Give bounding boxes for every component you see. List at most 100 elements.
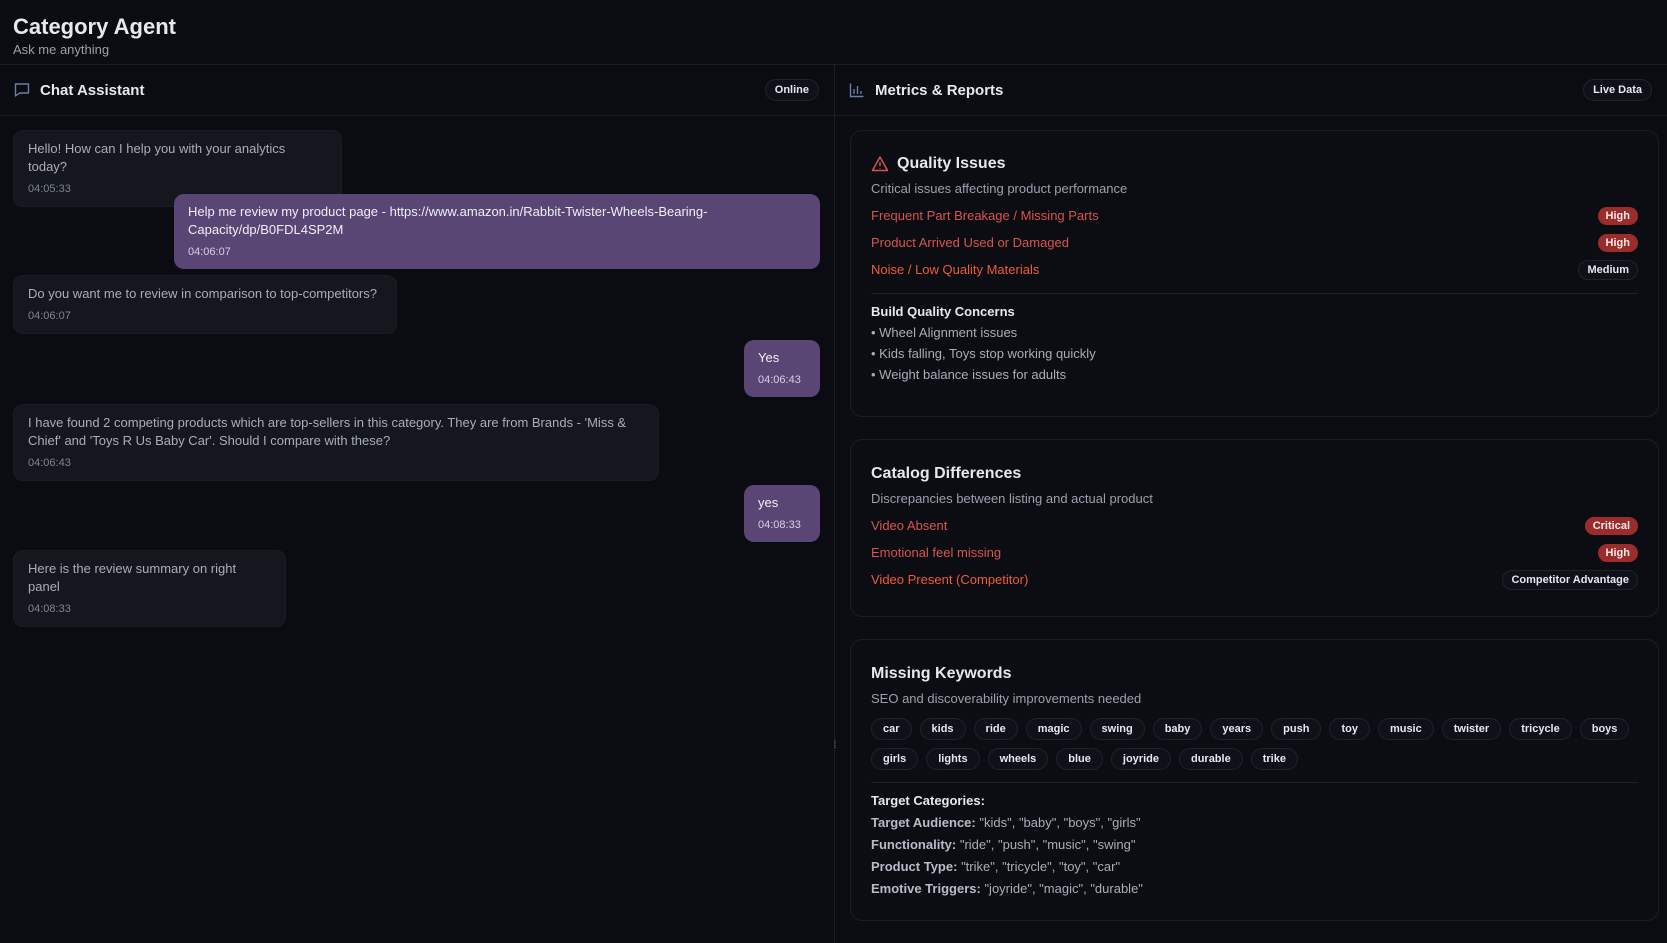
bullet-item: • Wheel Alignment issues: [871, 325, 1018, 340]
keyword-chip: toy: [1329, 718, 1370, 740]
target-value: "ride", "push", "music", "swing": [959, 837, 1136, 852]
difference-label: Video Absent: [871, 518, 948, 533]
keyword-chip: baby: [1152, 718, 1203, 740]
missing-keywords-card: Missing Keywords SEO and discoverability…: [850, 639, 1659, 921]
metrics-panel-header: Metrics & Reports Live Data: [835, 65, 1667, 116]
keyword-chips: car kids ride magic swing baby years push toy mus…: [871, 718, 1638, 770]
app: Category Agent Ask me anything Chat Assi…: [0, 0, 1667, 943]
message-text: Here is the review summary on right pane…: [28, 561, 237, 594]
issue-label: Product Arrived Used or Damaged: [871, 235, 1069, 250]
live-data-badge: Live Data: [1583, 79, 1652, 101]
message-list[interactable]: Hello! How can I help you with your anal…: [0, 116, 834, 627]
build-quality-title: Build Quality Concerns: [871, 304, 1015, 319]
target-label: Product Type:: [871, 859, 958, 874]
card-title: Catalog Differences: [871, 465, 1022, 482]
keyword-chip: boys: [1579, 718, 1630, 740]
message-bot: Do you want me to review in comparison t…: [13, 275, 397, 334]
target-value: "kids", "baby", "boys", "girls": [979, 815, 1141, 830]
message-bot: Here is the review summary on right pane…: [13, 550, 286, 627]
chat-panel-header: Chat Assistant Online: [0, 65, 834, 116]
bullet-item: • Weight balance issues for adults: [871, 367, 1067, 382]
keyword-chip: music: [1377, 718, 1434, 740]
message-bot: I have found 2 competing products which …: [13, 404, 659, 481]
issue-label: Frequent Part Breakage / Missing Parts: [871, 208, 1099, 223]
message-time: 04:06:07: [188, 246, 231, 258]
message-text: I have found 2 competing products which …: [28, 415, 627, 448]
target-value: "joyride", "magic", "durable": [984, 881, 1143, 896]
severity-badge: High: [1597, 206, 1638, 225]
severity-badge: Medium: [1578, 259, 1638, 280]
app-subtitle: Ask me anything: [13, 42, 110, 57]
message-time: 04:06:07: [28, 310, 71, 322]
message-user: Yes 04:06:43: [744, 340, 820, 397]
target-categories-title: Target Categories:: [871, 793, 985, 808]
message-time: 04:08:33: [758, 519, 801, 531]
message-user: Help me review my product page - https:/…: [174, 194, 820, 269]
card-description: Discrepancies between listing and actual…: [871, 491, 1153, 506]
message-time: 04:06:43: [758, 374, 801, 386]
message-text: Do you want me to review in comparison t…: [28, 286, 377, 301]
keyword-chip: joyride: [1110, 748, 1171, 770]
target-label: Target Audience:: [871, 815, 976, 830]
target-line: Emotive Triggers: "joyride", "magic", "d…: [871, 881, 1638, 896]
keyword-chip: lights: [926, 748, 980, 770]
resize-handle[interactable]: ⁞: [830, 738, 840, 752]
status-badge: Online: [764, 79, 819, 101]
app-header: Category Agent Ask me anything: [0, 0, 1667, 65]
keyword-chip: years: [1210, 718, 1264, 740]
bullet-item: • Kids falling, Toys stop working quickl…: [871, 346, 1096, 361]
card-title: Quality Issues: [897, 155, 1006, 172]
message-text: Hello! How can I help you with your anal…: [28, 141, 286, 174]
difference-row: Video Absent Critical: [871, 512, 1638, 539]
chat-panel-title: Chat Assistant: [40, 81, 145, 99]
keyword-chip: durable: [1178, 748, 1243, 770]
severity-badge: Critical: [1584, 516, 1638, 535]
difference-row: Video Present (Competitor) Competitor Ad…: [871, 566, 1638, 593]
keyword-chip: twister: [1441, 718, 1502, 740]
keyword-chip: kids: [919, 718, 966, 740]
main-area: Chat Assistant Online Hello! How can I h…: [0, 65, 1667, 943]
card-description: SEO and discoverability improvements nee…: [871, 691, 1142, 706]
keyword-chip: girls: [871, 748, 919, 770]
card-description: Critical issues affecting product perfor…: [871, 181, 1128, 196]
metrics-body[interactable]: Quality Issues Critical issues affecting…: [835, 116, 1667, 943]
catalog-differences-card: Catalog Differences Discrepancies betwee…: [850, 439, 1659, 617]
keyword-chip: wheels: [987, 748, 1049, 770]
issue-row: Frequent Part Breakage / Missing Parts H…: [871, 202, 1638, 229]
target-value: "trike", "tricycle", "toy", "car": [961, 859, 1121, 874]
card-title: Missing Keywords: [871, 665, 1012, 682]
keyword-chip: magic: [1025, 718, 1082, 740]
metrics-panel: Metrics & Reports Live Data Quality Issu…: [835, 65, 1667, 943]
message-time: 04:06:43: [28, 457, 71, 469]
quality-issues-card: Quality Issues Critical issues affecting…: [850, 130, 1659, 417]
keyword-chip: blue: [1056, 748, 1103, 770]
difference-label: Video Present (Competitor): [871, 572, 1029, 587]
target-line: Target Audience: "kids", "baby", "boys",…: [871, 815, 1638, 830]
issue-row: Noise / Low Quality Materials Medium: [871, 256, 1638, 283]
message-user: yes 04:08:33: [744, 485, 820, 542]
keyword-chip: ride: [973, 718, 1018, 740]
message-text: yes: [758, 495, 779, 510]
target-line: Functionality: "ride", "push", "music", …: [871, 837, 1638, 852]
difference-label: Emotional feel missing: [871, 545, 1002, 560]
severity-badge: High: [1597, 543, 1638, 562]
app-title: Category Agent: [13, 14, 176, 39]
severity-badge: High: [1597, 233, 1638, 252]
warning-icon: [871, 155, 889, 173]
advantage-badge: Competitor Advantage: [1502, 569, 1638, 590]
chat-panel: Chat Assistant Online Hello! How can I h…: [0, 65, 835, 943]
metrics-panel-title: Metrics & Reports: [875, 81, 1004, 99]
keyword-chip: swing: [1089, 718, 1145, 740]
target-label: Emotive Triggers:: [871, 881, 981, 896]
issue-row: Product Arrived Used or Damaged High: [871, 229, 1638, 256]
keyword-chip: push: [1271, 718, 1322, 740]
issue-label: Noise / Low Quality Materials: [871, 262, 1040, 277]
message-text: Help me review my product page - https:/…: [188, 204, 708, 237]
message-text: Yes: [758, 350, 780, 365]
message-time: 04:08:33: [28, 603, 71, 615]
keyword-chip: car: [871, 718, 912, 740]
bar-chart-icon: [848, 81, 866, 99]
chat-bubble-icon: [13, 81, 31, 99]
keyword-chip: tricycle: [1509, 718, 1572, 740]
keyword-chip: trike: [1250, 748, 1298, 770]
